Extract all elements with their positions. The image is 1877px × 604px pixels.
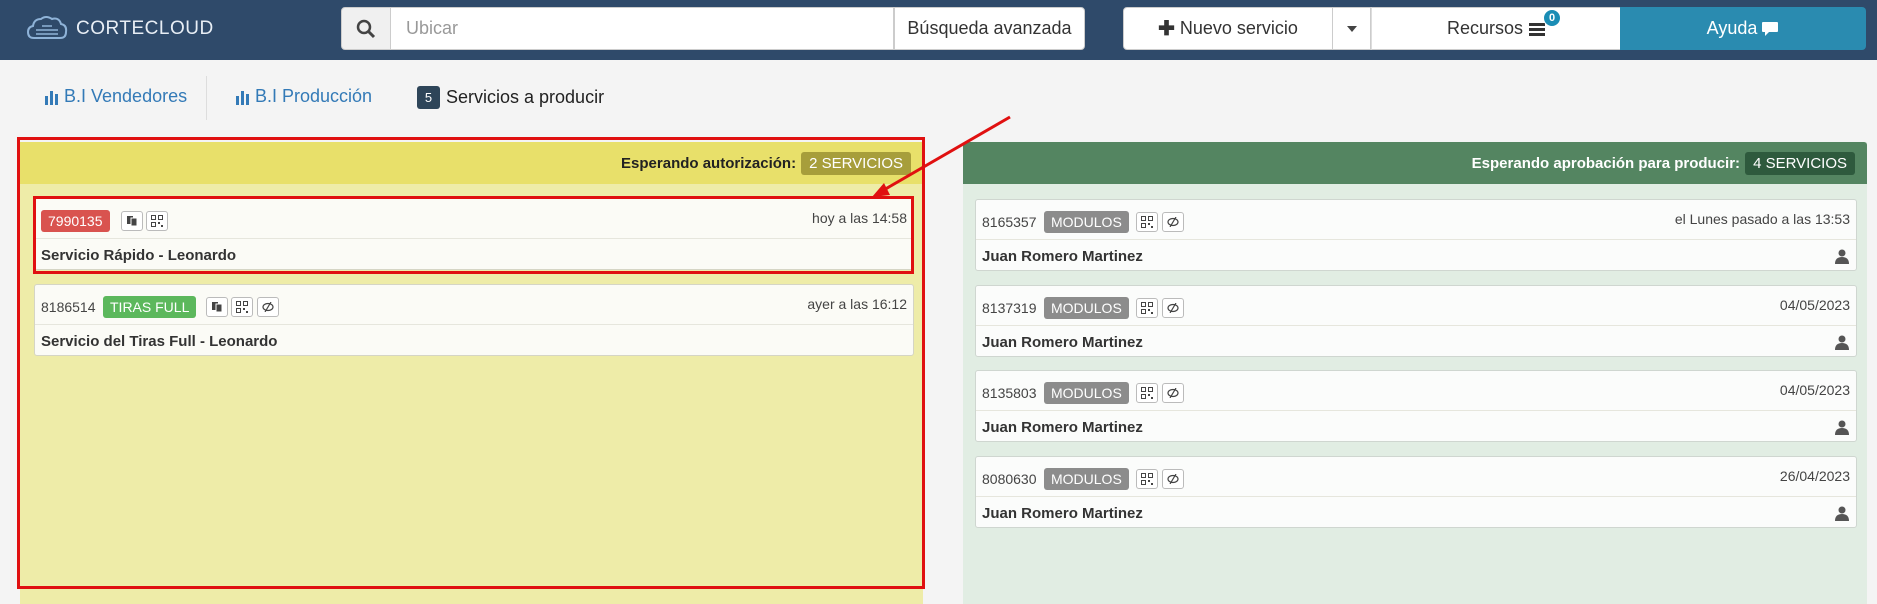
card-header: 8165357 MODULOS el Lunes pasado a las 13… xyxy=(976,200,1856,240)
bar-chart-icon xyxy=(45,90,58,105)
service-card[interactable]: 7990135 hoy a las 14:58 Servicio Rápido … xyxy=(34,198,914,270)
card-title: Servicio del Tiras Full - Leonardo xyxy=(41,333,278,350)
card-header: 8186514 TIRAS FULL ayer a las 16:12 xyxy=(35,285,913,325)
comment-icon xyxy=(1762,21,1779,36)
resources-button[interactable]: Recursos xyxy=(1371,7,1621,50)
card-title: Juan Romero Martinez xyxy=(982,248,1143,265)
service-card[interactable]: 8135803 MODULOS 04/05/2023 Juan Romero M… xyxy=(975,370,1857,442)
new-service-dropdown-button[interactable] xyxy=(1333,7,1371,50)
eye-slash-icon[interactable] xyxy=(1162,383,1184,403)
plus-icon: ✚ xyxy=(1158,18,1175,40)
column-header: Esperando autorización: 2 SERVICIOS xyxy=(20,142,923,184)
tab-bar: B.I Vendedores B.I Producción 5 Servicio… xyxy=(0,60,1877,138)
card-title: Juan Romero Martinez xyxy=(982,505,1143,522)
card-title: Juan Romero Martinez xyxy=(982,419,1143,436)
copy-icon[interactable] xyxy=(121,211,143,231)
bar-chart-icon xyxy=(236,90,249,105)
column-count-badge: 2 SERVICIOS xyxy=(801,151,911,175)
column-header-label: Esperando autorización: xyxy=(621,154,797,172)
card-timestamp: 26/04/2023 xyxy=(1779,468,1850,484)
column-header-label: Esperando aprobación para producir: xyxy=(1471,154,1741,172)
search-icon xyxy=(356,19,376,38)
tab-divider xyxy=(206,76,207,120)
card-header: 8135803 MODULOS 04/05/2023 xyxy=(976,371,1856,411)
help-button[interactable]: Ayuda xyxy=(1620,7,1866,50)
card-timestamp: 04/05/2023 xyxy=(1779,382,1850,398)
service-card[interactable]: 8165357 MODULOS el Lunes pasado a las 13… xyxy=(975,199,1857,271)
new-service-button[interactable]: ✚ Nuevo servicio xyxy=(1123,7,1333,50)
service-card[interactable]: 8080630 MODULOS 26/04/2023 Juan Romero M… xyxy=(975,456,1857,528)
column-awaiting-authorization: Esperando autorización: 2 SERVICIOS 7990… xyxy=(20,142,923,604)
service-id: 8080630 xyxy=(982,471,1037,487)
search-button[interactable] xyxy=(341,7,391,50)
service-tag: TIRAS FULL xyxy=(103,296,197,318)
tab-label: Servicios a producir xyxy=(446,87,605,107)
column-count-badge: 4 SERVICIOS xyxy=(1745,151,1855,175)
column-awaiting-production-approval: Esperando aprobación para producir: 4 SE… xyxy=(963,142,1867,604)
card-header: 8080630 MODULOS 26/04/2023 xyxy=(976,457,1856,497)
service-id-badge[interactable]: 7990135 xyxy=(41,210,110,232)
qr-code-icon[interactable] xyxy=(1136,469,1158,489)
eye-slash-icon[interactable] xyxy=(257,297,279,317)
resources-label: Recursos xyxy=(1446,18,1524,38)
tab-servicios-a-producir[interactable]: 5 Servicios a producir xyxy=(417,86,604,109)
tab-label: B.I Producción xyxy=(255,86,373,106)
logo[interactable]: CORTECLOUD xyxy=(26,14,214,44)
tab-bi-produccion[interactable]: B.I Producción xyxy=(235,86,372,107)
user-icon[interactable] xyxy=(1834,419,1850,435)
qr-code-icon[interactable] xyxy=(231,297,253,317)
cloud-logo-icon xyxy=(26,16,68,39)
card-header: 7990135 hoy a las 14:58 xyxy=(35,199,913,239)
advanced-search-button[interactable]: Búsqueda avanzada xyxy=(894,7,1085,50)
eye-slash-icon[interactable] xyxy=(1162,298,1184,318)
tab-label: B.I Vendedores xyxy=(64,86,188,106)
copy-icon[interactable] xyxy=(206,297,228,317)
tab-count-badge: 5 xyxy=(417,86,440,109)
search-group: Ubicar Búsqueda avanzada xyxy=(341,7,1085,50)
qr-code-icon[interactable] xyxy=(1136,212,1158,232)
tab-bi-vendedores[interactable]: B.I Vendedores xyxy=(44,86,187,107)
service-tag: MODULOS xyxy=(1044,382,1129,404)
user-icon[interactable] xyxy=(1834,505,1850,521)
service-card[interactable]: 8186514 TIRAS FULL ayer a las 16:12 Serv… xyxy=(34,284,914,356)
new-service-label: Nuevo servicio xyxy=(1179,18,1298,38)
list-icon xyxy=(1529,22,1546,36)
card-timestamp: ayer a las 16:12 xyxy=(807,296,907,312)
service-id: 8135803 xyxy=(982,385,1037,401)
qr-code-icon[interactable] xyxy=(1136,298,1158,318)
service-card[interactable]: 8137319 MODULOS 04/05/2023 Juan Romero M… xyxy=(975,285,1857,357)
card-timestamp: hoy a las 14:58 xyxy=(812,210,907,226)
qr-code-icon[interactable] xyxy=(146,211,168,231)
service-id: 8165357 xyxy=(982,214,1037,230)
service-id: 8186514 xyxy=(41,299,96,315)
user-icon[interactable] xyxy=(1834,334,1850,350)
logo-text: CORTECLOUD xyxy=(76,18,214,39)
resources-badge: 0 xyxy=(1543,9,1561,27)
service-id: 8137319 xyxy=(982,300,1037,316)
service-tag: MODULOS xyxy=(1044,468,1129,490)
top-navbar: CORTECLOUD Ubicar Búsqueda avanzada ✚ Nu… xyxy=(0,0,1877,60)
service-tag: MODULOS xyxy=(1044,297,1129,319)
card-timestamp: 04/05/2023 xyxy=(1779,297,1850,313)
column-header: Esperando aprobación para producir: 4 SE… xyxy=(963,142,1867,184)
qr-code-icon[interactable] xyxy=(1136,383,1158,403)
card-timestamp: el Lunes pasado a las 13:53 xyxy=(1674,211,1850,227)
card-header: 8137319 MODULOS 04/05/2023 xyxy=(976,286,1856,326)
service-tag: MODULOS xyxy=(1044,211,1129,233)
card-title: Servicio Rápido - Leonardo xyxy=(41,247,237,264)
search-input[interactable]: Ubicar xyxy=(391,7,894,50)
user-icon[interactable] xyxy=(1834,248,1850,264)
eye-slash-icon[interactable] xyxy=(1162,469,1184,489)
help-label: Ayuda xyxy=(1706,18,1758,38)
card-title: Juan Romero Martinez xyxy=(982,334,1143,351)
eye-slash-icon[interactable] xyxy=(1162,212,1184,232)
caret-down-icon xyxy=(1346,25,1357,32)
